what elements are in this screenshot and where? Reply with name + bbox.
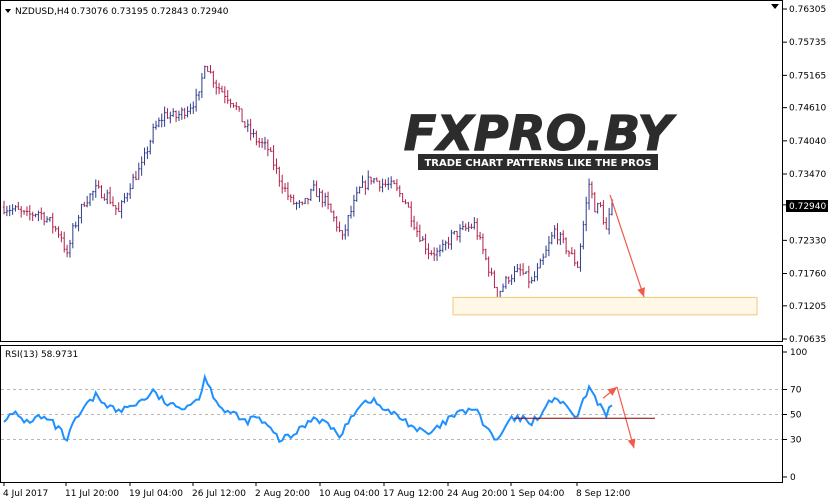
time-axis: 4 Jul 2017 11 Jul 20:00 19 Jul 04:00 26 Jul…	[3, 482, 631, 499]
rsi-tick-label: 70	[790, 386, 802, 396]
price-panel	[0, 0, 783, 342]
current-price-label: 0.72940	[789, 202, 826, 212]
rsi-tick-label: 50	[790, 411, 802, 421]
rsi-tick-label: 30	[790, 436, 802, 446]
rsi-label: RSI(13) 58.9731	[5, 350, 78, 360]
time-tick-label: 2 Aug 20:00	[255, 489, 310, 499]
price-tick-label: 0.75165	[789, 71, 826, 81]
price-tick-label: 0.70635	[789, 335, 826, 345]
time-tick-label: 26 Jul 12:00	[192, 489, 246, 499]
time-tick-label: 24 Aug 20:00	[447, 489, 508, 499]
time-tick-label: 1 Sep 04:00	[510, 489, 565, 499]
time-tick-label: 19 Jul 04:00	[129, 489, 183, 499]
price-tick-label: 0.76305	[789, 5, 826, 15]
watermark-tagline: TRADE CHART PATTERNS LIKE THE PROS	[424, 158, 651, 169]
price-tick-label: 0.74610	[789, 104, 826, 114]
price-tick-label: 0.73470	[789, 170, 826, 180]
time-tick-label: 4 Jul 2017	[3, 489, 48, 499]
time-tick-label: 11 Jul 20:00	[65, 489, 119, 499]
rsi-axis: 100 70 50 30 0	[783, 348, 807, 483]
rsi-tick-label: 0	[790, 473, 796, 483]
target-zone	[452, 296, 758, 316]
watermark-brand: FXPRO.BY	[404, 106, 677, 162]
price-tick-label: 0.74040	[789, 137, 826, 147]
price-tick-label: 0.75735	[789, 38, 826, 48]
symbol-header: NZDUSD,H4 0.73076 0.73195 0.72843 0.7294…	[5, 7, 229, 17]
trading-chart: FXPRO.BY TRADE CHART PATTERNS LIKE THE P…	[0, 0, 828, 499]
time-tick-label: 17 Aug 12:00	[383, 489, 444, 499]
price-tick-label: 0.71760	[789, 270, 826, 280]
price-tick-label: 0.72330	[789, 236, 826, 246]
symbol-label: NZDUSD,H4	[15, 7, 70, 17]
time-tick-label: 10 Aug 04:00	[319, 489, 380, 499]
rsi-tick-label: 100	[790, 348, 807, 358]
ohlc-label: 0.73076 0.73195 0.72843 0.72940	[71, 7, 229, 17]
price-axis: 0.76305 0.75735 0.75165 0.74610 0.74040 0.734…	[783, 5, 826, 345]
price-tick-label: 0.71205	[789, 302, 826, 312]
watermark-logo: FXPRO.BY TRADE CHART PATTERNS LIKE THE P…	[403, 106, 677, 170]
time-tick-label: 8 Sep 12:00	[576, 489, 631, 499]
